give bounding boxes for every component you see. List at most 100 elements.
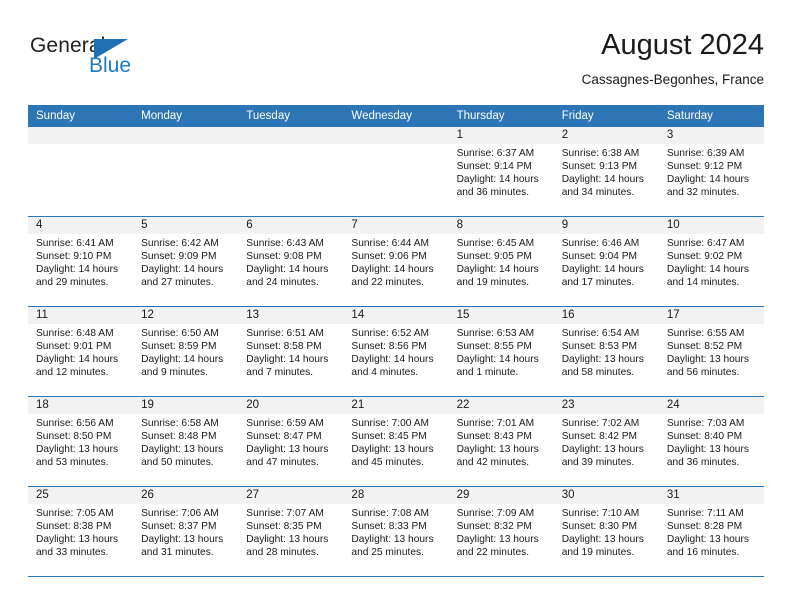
sunset-text: Sunset: 8:35 PM (246, 521, 322, 533)
calendar-day-cell[interactable]: 15 Sunrise: 6:53 AM Sunset: 8:55 PM Dayligh… (448, 306, 554, 397)
day-details: Sunrise: 6:39 AM Sunset: 9:12 PM Daylight:… (659, 144, 764, 199)
day-details: Sunrise: 6:53 AM Sunset: 8:55 PM Daylight:… (449, 324, 554, 379)
calendar-day-cell[interactable]: 31 Sunrise: 7:11 AM Sunset: 8:28 PM Dayligh… (658, 486, 764, 577)
calendar-day-cell[interactable]: 2 Sunrise: 6:38 AM Sunset: 9:13 PM Daylight… (553, 127, 659, 217)
daylight-text: Daylight: 14 hours and 29 minutes. (36, 264, 119, 289)
day-number (238, 127, 344, 144)
calendar-day-cell[interactable]: 13 Sunrise: 6:51 AM Sunset: 8:58 PM Dayligh… (238, 306, 344, 397)
sunrise-text: Sunrise: 6:58 AM (141, 418, 219, 429)
calendar-day-cell[interactable]: 25 Sunrise: 7:05 AM Sunset: 8:38 PM Dayligh… (28, 486, 134, 577)
day-cell-inner: 17 Sunrise: 6:55 AM Sunset: 8:52 PM Dayligh… (658, 307, 764, 396)
calendar-day-cell[interactable]: 3 Sunrise: 6:39 AM Sunset: 9:12 PM Daylight… (658, 127, 764, 217)
calendar-day-cell[interactable]: 26 Sunrise: 7:06 AM Sunset: 8:37 PM Dayligh… (133, 486, 239, 577)
weekday-header-wednesday: Wednesday (343, 105, 449, 127)
daylight-text: Daylight: 14 hours and 7 minutes. (246, 354, 329, 379)
day-cell-inner: 28 Sunrise: 7:08 AM Sunset: 8:33 PM Dayligh… (343, 487, 449, 576)
day-number: 14 (343, 307, 449, 324)
sunrise-text: Sunrise: 7:08 AM (351, 508, 430, 519)
day-details: Sunrise: 6:43 AM Sunset: 9:08 PM Daylight:… (238, 234, 343, 289)
day-number: 8 (448, 217, 554, 234)
day-details: Sunrise: 7:09 AM Sunset: 8:32 PM Daylight:… (449, 504, 554, 559)
calendar-day-cell[interactable]: 19 Sunrise: 6:58 AM Sunset: 8:48 PM Dayligh… (133, 396, 239, 487)
sunset-text: Sunset: 8:50 PM (36, 431, 112, 443)
calendar-day-cell[interactable]: 7 Sunrise: 6:44 AM Sunset: 9:06 PM Daylight… (343, 216, 449, 307)
day-number: 19 (133, 397, 239, 414)
day-cell-inner: 27 Sunrise: 7:07 AM Sunset: 8:35 PM Dayligh… (238, 487, 344, 576)
sunrise-text: Sunrise: 7:00 AM (351, 418, 430, 429)
calendar-day-cell-empty (343, 127, 449, 217)
day-number (343, 127, 449, 144)
calendar-day-cell[interactable]: 21 Sunrise: 7:00 AM Sunset: 8:45 PM Dayligh… (343, 396, 449, 487)
day-number: 16 (553, 307, 659, 324)
calendar-day-cell[interactable]: 11 Sunrise: 6:48 AM Sunset: 9:01 PM Dayligh… (28, 306, 134, 397)
day-cell-inner: 5 Sunrise: 6:42 AM Sunset: 9:09 PM Daylight… (133, 217, 239, 306)
calendar-day-cell[interactable]: 27 Sunrise: 7:07 AM Sunset: 8:35 PM Dayligh… (238, 486, 344, 577)
calendar-day-cell[interactable]: 14 Sunrise: 6:52 AM Sunset: 8:56 PM Dayligh… (343, 306, 449, 397)
calendar-day-cell[interactable]: 17 Sunrise: 6:55 AM Sunset: 8:52 PM Dayligh… (658, 306, 764, 397)
calendar-day-cell[interactable]: 6 Sunrise: 6:43 AM Sunset: 9:08 PM Daylight… (238, 216, 344, 307)
calendar-day-cell[interactable]: 12 Sunrise: 6:50 AM Sunset: 8:59 PM Dayligh… (133, 306, 239, 397)
day-cell-inner: 23 Sunrise: 7:02 AM Sunset: 8:42 PM Dayligh… (553, 397, 659, 486)
day-details: Sunrise: 7:10 AM Sunset: 8:30 PM Daylight:… (554, 504, 659, 559)
daylight-text: Daylight: 14 hours and 4 minutes. (351, 354, 434, 379)
sunset-text: Sunset: 8:38 PM (36, 521, 112, 533)
day-cell-inner: 10 Sunrise: 6:47 AM Sunset: 9:02 PM Dayligh… (658, 217, 764, 306)
sunrise-text: Sunrise: 6:52 AM (351, 328, 430, 339)
daylight-text: Daylight: 13 hours and 28 minutes. (246, 534, 329, 559)
calendar-day-cell[interactable]: 29 Sunrise: 7:09 AM Sunset: 8:32 PM Dayligh… (448, 486, 554, 577)
day-number (133, 127, 239, 144)
calendar-day-cell[interactable]: 4 Sunrise: 6:41 AM Sunset: 9:10 PM Daylight… (28, 216, 134, 307)
sunset-text: Sunset: 8:47 PM (246, 431, 322, 443)
calendar-day-cell[interactable]: 8 Sunrise: 6:45 AM Sunset: 9:05 PM Daylight… (448, 216, 554, 307)
day-number: 24 (658, 397, 764, 414)
calendar-day-cell[interactable]: 30 Sunrise: 7:10 AM Sunset: 8:30 PM Dayligh… (553, 486, 659, 577)
calendar-day-cell[interactable]: 18 Sunrise: 6:56 AM Sunset: 8:50 PM Dayligh… (28, 396, 134, 487)
day-details: Sunrise: 7:01 AM Sunset: 8:43 PM Daylight:… (449, 414, 554, 469)
sunrise-text: Sunrise: 7:05 AM (36, 508, 114, 519)
page-header: General Blue August 2024 Cassagnes-Begon… (28, 28, 764, 98)
calendar-day-cell[interactable]: 23 Sunrise: 7:02 AM Sunset: 8:42 PM Dayligh… (553, 396, 659, 487)
calendar-day-cell[interactable]: 24 Sunrise: 7:03 AM Sunset: 8:40 PM Dayligh… (658, 396, 764, 487)
general-blue-logo[interactable]: General Blue (30, 34, 170, 90)
calendar-day-cell[interactable]: 22 Sunrise: 7:01 AM Sunset: 8:43 PM Dayligh… (448, 396, 554, 487)
page-title: August 2024 (601, 29, 764, 61)
calendar-week-row: 11 Sunrise: 6:48 AM Sunset: 9:01 PM Dayligh… (28, 306, 764, 397)
calendar-day-cell[interactable]: 5 Sunrise: 6:42 AM Sunset: 9:09 PM Daylight… (133, 216, 239, 307)
day-number: 9 (553, 217, 659, 234)
sunrise-text: Sunrise: 6:37 AM (456, 148, 535, 159)
calendar-week-row: 1 Sunrise: 6:37 AM Sunset: 9:14 PM Daylight… (28, 127, 764, 217)
day-details: Sunrise: 6:50 AM Sunset: 8:59 PM Daylight:… (133, 324, 238, 379)
day-details: Sunrise: 7:02 AM Sunset: 8:42 PM Daylight:… (554, 414, 659, 469)
day-cell-inner: 21 Sunrise: 7:00 AM Sunset: 8:45 PM Dayligh… (343, 397, 449, 486)
sunrise-text: Sunrise: 7:01 AM (456, 418, 535, 429)
day-number: 4 (28, 217, 134, 234)
calendar-day-cell[interactable]: 16 Sunrise: 6:54 AM Sunset: 8:53 PM Dayligh… (553, 306, 659, 397)
day-cell-inner: 31 Sunrise: 7:11 AM Sunset: 8:28 PM Dayligh… (658, 487, 764, 576)
sunrise-text: Sunrise: 6:41 AM (36, 238, 114, 249)
calendar-day-cell[interactable]: 10 Sunrise: 6:47 AM Sunset: 9:02 PM Dayligh… (658, 216, 764, 307)
daylight-text: Daylight: 13 hours and 42 minutes. (456, 444, 539, 469)
day-number: 18 (28, 397, 134, 414)
day-number: 30 (553, 487, 659, 504)
calendar-day-cell[interactable]: 28 Sunrise: 7:08 AM Sunset: 8:33 PM Dayligh… (343, 486, 449, 577)
day-cell-inner (343, 127, 449, 216)
sunrise-text: Sunrise: 7:11 AM (666, 508, 744, 519)
day-details: Sunrise: 6:54 AM Sunset: 8:53 PM Daylight:… (554, 324, 659, 379)
calendar-day-cell[interactable]: 9 Sunrise: 6:46 AM Sunset: 9:04 PM Daylight… (553, 216, 659, 307)
calendar-day-cell[interactable]: 1 Sunrise: 6:37 AM Sunset: 9:14 PM Daylight… (448, 127, 554, 217)
sunrise-text: Sunrise: 7:02 AM (561, 418, 640, 429)
sunset-text: Sunset: 9:06 PM (351, 251, 427, 263)
daylight-text: Daylight: 14 hours and 27 minutes. (141, 264, 224, 289)
daylight-text: Daylight: 13 hours and 47 minutes. (246, 444, 329, 469)
daylight-text: Daylight: 13 hours and 19 minutes. (561, 534, 644, 559)
daylight-text: Daylight: 13 hours and 33 minutes. (36, 534, 119, 559)
day-details: Sunrise: 6:56 AM Sunset: 8:50 PM Daylight:… (28, 414, 133, 469)
day-cell-inner: 1 Sunrise: 6:37 AM Sunset: 9:14 PM Daylight… (448, 127, 554, 216)
daylight-text: Daylight: 14 hours and 17 minutes. (561, 264, 644, 289)
sunset-text: Sunset: 9:01 PM (36, 341, 112, 353)
calendar-day-cell[interactable]: 20 Sunrise: 6:59 AM Sunset: 8:47 PM Dayligh… (238, 396, 344, 487)
sunset-text: Sunset: 8:43 PM (456, 431, 532, 443)
day-number: 10 (658, 217, 764, 234)
day-cell-inner: 24 Sunrise: 7:03 AM Sunset: 8:40 PM Dayligh… (658, 397, 764, 486)
day-cell-inner: 16 Sunrise: 6:54 AM Sunset: 8:53 PM Dayligh… (553, 307, 659, 396)
